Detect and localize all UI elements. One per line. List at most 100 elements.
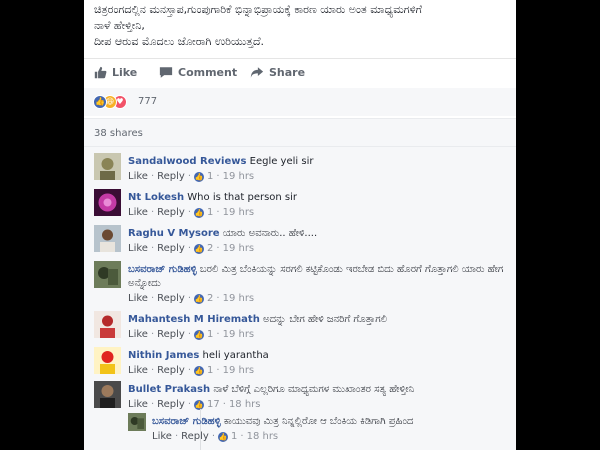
comment-author[interactable]: Mahantesh M Hiremath xyxy=(128,314,260,325)
comment-like-count[interactable]: 2 xyxy=(207,293,213,304)
comment-body: Sandalwood Reviews Eegle yeli sir xyxy=(128,155,508,169)
avatar[interactable] xyxy=(94,189,121,216)
shares-count[interactable]: 38 shares xyxy=(94,128,143,139)
separator: · xyxy=(187,293,192,304)
comment-like-link[interactable]: Like xyxy=(128,243,148,254)
comment-body: Mahantesh M Hiremath ಅದನ್ನು ಬೇಗ ಹೇಳಿ ಜನರ… xyxy=(128,313,508,327)
comment-text: ಯಾರು ಅವನಾರು.. ಹೇಳಿ.... xyxy=(222,228,318,239)
like-badge-icon: 👍 xyxy=(194,171,205,182)
post-text: ಚಿತ್ರರಂಗದಲ್ಲಿನ ಮನಸ್ತಾಪ,ಗುಂಪುಗಾರಿಕೆ ಭಿನ್ನ… xyxy=(94,2,509,50)
like-badge-icon: 👍 xyxy=(194,243,205,254)
comment-like-link[interactable]: Like xyxy=(128,171,148,182)
separator: · xyxy=(187,399,192,410)
reply-time[interactable]: 18 hrs xyxy=(247,431,279,442)
separator: · xyxy=(216,207,220,218)
comment-time[interactable]: 19 hrs xyxy=(223,329,255,340)
reply-meta: Like · Reply · 👍 1 · 18 hrs xyxy=(152,431,278,442)
separator: · xyxy=(187,329,192,340)
comment-button[interactable]: Comment xyxy=(159,66,237,79)
comment-body: Bullet Prakash ನಾಳೆ ಬೆಳಿಗ್ಗೆ ಎಲ್ಲರಿಗೂ ಮಾ… xyxy=(128,383,508,397)
comment-author[interactable]: Nt Lokesh xyxy=(128,192,184,203)
separator: · xyxy=(216,243,220,254)
reply-like-count[interactable]: 1 xyxy=(231,431,237,442)
comment-reply-link[interactable]: Reply xyxy=(157,171,185,182)
comment-author[interactable]: Raghu V Mysore xyxy=(128,228,220,239)
avatar[interactable] xyxy=(94,381,121,408)
comment-time[interactable]: 19 hrs xyxy=(223,207,255,218)
separator: · xyxy=(187,207,192,218)
comment-text: Eegle yeli sir xyxy=(249,156,314,167)
reply-text: ಕಾಯುವವು ಮಿತ್ರ ನಿನ್ನಲ್ಲಿರೋ ಆ ಬೆಂಕಿಯ ಕಿಡಿಗ… xyxy=(223,416,414,427)
share-button[interactable]: Share xyxy=(250,66,305,79)
comment-like-link[interactable]: Like xyxy=(128,293,148,304)
like-badge-icon: 👍 xyxy=(194,207,205,218)
avatar[interactable] xyxy=(94,153,121,180)
shares-bar: 38 shares xyxy=(84,118,516,147)
comment-meta: Like · Reply · 👍 1 · 19 hrs xyxy=(128,207,254,218)
avatar[interactable] xyxy=(94,261,121,288)
comment-author[interactable]: ಬಸವರಾಜ್ ಗುಡಿಹಳ್ಳಿ xyxy=(128,264,197,275)
comment-time[interactable]: 19 hrs xyxy=(223,171,255,182)
like-icon: 👍 xyxy=(93,95,107,109)
comment-like-link[interactable]: Like xyxy=(128,207,148,218)
like-badge-icon: 👍 xyxy=(218,431,229,442)
comment-time[interactable]: 19 hrs xyxy=(223,293,255,304)
separator: · xyxy=(216,171,220,182)
comment-reply-link[interactable]: Reply xyxy=(157,243,185,254)
post-actions-bar: Like Comment Share xyxy=(84,58,516,90)
separator: · xyxy=(240,431,244,442)
comment-meta: Like · Reply · 👍 2 · 19 hrs xyxy=(128,243,254,254)
comment-reply-link[interactable]: Reply xyxy=(157,399,185,410)
separator: · xyxy=(187,365,192,376)
comment-body: Nithin James heli yarantha xyxy=(128,349,508,363)
avatar[interactable] xyxy=(94,225,121,252)
comment-time[interactable]: 19 hrs xyxy=(223,243,255,254)
comment-meta: Like · Reply · 👍 1 · 19 hrs xyxy=(128,171,254,182)
comment-text: Who is that person sir xyxy=(187,192,298,203)
comment-meta: Like · Reply · 👍 1 · 19 hrs xyxy=(128,365,254,376)
comment-like-link[interactable]: Like xyxy=(128,329,148,340)
comment-body: Raghu V Mysore ಯಾರು ಅವನಾರು.. ಹೇಳಿ.... xyxy=(128,227,508,241)
separator: · xyxy=(150,329,155,340)
comment-like-count[interactable]: 1 xyxy=(207,171,213,182)
comment-reply-link[interactable]: Reply xyxy=(157,365,185,376)
reply-author[interactable]: ಬಸವರಾಜ್ ಗುಡಿಹಳ್ಳಿ xyxy=(152,416,221,427)
separator: · xyxy=(174,431,179,442)
comment-author[interactable]: Sandalwood Reviews xyxy=(128,156,246,167)
avatar[interactable] xyxy=(128,413,146,431)
separator: · xyxy=(150,207,155,218)
separator: · xyxy=(216,329,220,340)
comment-author[interactable]: Nithin James xyxy=(128,350,199,361)
comment-reply-link[interactable]: Reply xyxy=(157,293,185,304)
comment-like-link[interactable]: Like xyxy=(128,365,148,376)
comment-like-count[interactable]: 17 xyxy=(207,399,220,410)
separator: · xyxy=(150,243,155,254)
avatar[interactable] xyxy=(94,311,121,338)
like-badge-icon: 👍 xyxy=(194,365,205,376)
avatar[interactable] xyxy=(94,347,121,374)
comment-time[interactable]: 18 hrs xyxy=(229,399,261,410)
reply-reply-link[interactable]: Reply xyxy=(181,431,209,442)
comment-time[interactable]: 19 hrs xyxy=(223,365,255,376)
comment-like-count[interactable]: 1 xyxy=(207,365,213,376)
reactions-count[interactable]: 777 xyxy=(138,96,157,107)
reply-like-link[interactable]: Like xyxy=(152,431,172,442)
separator: · xyxy=(150,399,155,410)
comment-like-count[interactable]: 2 xyxy=(207,243,213,254)
comment-reply-link[interactable]: Reply xyxy=(157,329,185,340)
comment-like-link[interactable]: Like xyxy=(128,399,148,410)
reply-body: ಬಸವರಾಜ್ ಗುಡಿಹಳ್ಳಿ ಕಾಯುವವು ಮಿತ್ರ ನಿನ್ನಲ್ಲ… xyxy=(152,415,502,429)
comment-like-count[interactable]: 1 xyxy=(207,329,213,340)
comment-reply-link[interactable]: Reply xyxy=(157,207,185,218)
like-button-label: Like xyxy=(112,66,138,79)
comment-author[interactable]: Bullet Prakash xyxy=(128,384,210,395)
like-button[interactable]: Like xyxy=(94,66,137,79)
reactions-bar[interactable]: 👍 😆 ♥ 777 xyxy=(84,88,516,116)
comment-meta: Like · Reply · 👍 1 · 19 hrs xyxy=(128,329,254,340)
comment-like-count[interactable]: 1 xyxy=(207,207,213,218)
post-line: ದೀಪ ಆರುವ ಮೊದಲು ಜೋರಾಗಿ ಉರಿಯುತ್ತದೆ. xyxy=(94,35,265,48)
like-badge-icon: 👍 xyxy=(194,399,205,410)
separator: · xyxy=(216,293,220,304)
share-button-label: Share xyxy=(269,66,306,79)
comment-icon xyxy=(159,67,173,78)
